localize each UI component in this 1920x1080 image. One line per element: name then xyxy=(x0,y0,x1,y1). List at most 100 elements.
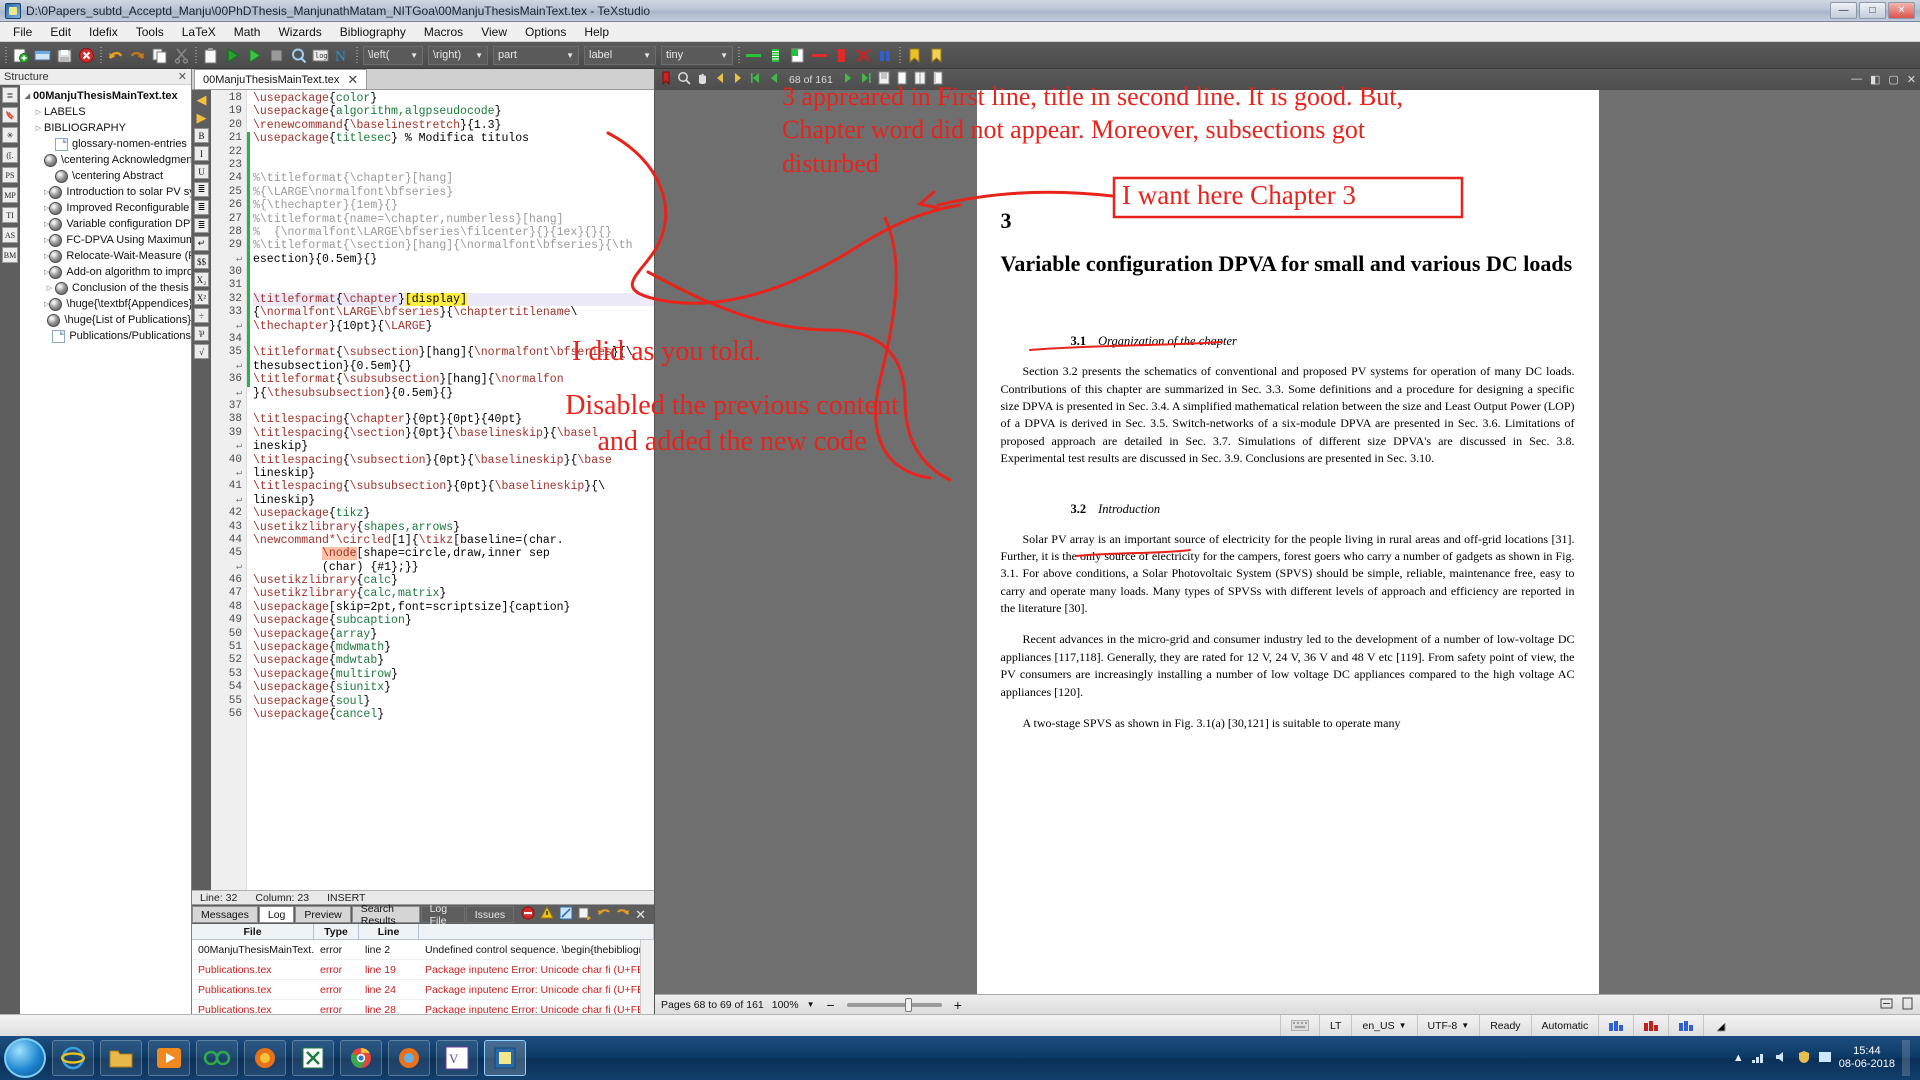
log-col-file[interactable]: File xyxy=(192,924,314,939)
code-line[interactable]: \titleformat{\subsection}[hang]{\normalf… xyxy=(253,346,654,359)
log-row[interactable]: 00ManjuThesisMainText.bbl error line 2 Unde… xyxy=(192,940,640,960)
collapse-arrow-icon[interactable]: ▷ xyxy=(33,108,44,116)
structure-item-9[interactable]: ▷FC-DPVA Using Maximum a... xyxy=(22,232,191,248)
pdf-next-page-icon[interactable] xyxy=(841,71,855,88)
code-line[interactable]: \titlespacing{\subsection}{0pt}{\baselin… xyxy=(253,454,654,467)
menu-file[interactable]: File xyxy=(4,23,41,41)
align-right-button[interactable]: ≣ xyxy=(194,218,209,233)
code-line[interactable] xyxy=(253,146,654,159)
code-line[interactable]: lineskip} xyxy=(253,467,654,480)
status-encoding[interactable]: UTF-8 ▼ xyxy=(1418,1015,1481,1036)
vtab-ti-icon[interactable]: TI xyxy=(2,207,18,223)
status-resize-grip[interactable] xyxy=(1704,1015,1736,1036)
structure-item-13[interactable]: ▷ \huge{\textbf{Appendices}} xyxy=(22,296,191,312)
pdf-view-single-icon[interactable] xyxy=(877,71,891,88)
pdf-page-view[interactable]: 3 Variable configuration DPVA for small … xyxy=(655,90,1920,994)
code-line[interactable] xyxy=(253,279,654,292)
tray-volume-icon[interactable] xyxy=(1774,1050,1790,1067)
taskbar-firefox-2-icon[interactable] xyxy=(388,1040,430,1076)
fontsize-select[interactable]: tiny ▼ xyxy=(661,45,733,65)
log-row[interactable]: Publications.tex error line 24 Package inpu… xyxy=(192,980,640,1000)
code-line[interactable]: ineskip} xyxy=(253,440,654,453)
pdf-maximize-icon[interactable]: ▢ xyxy=(1888,73,1898,86)
log-col-message[interactable] xyxy=(419,924,654,939)
status-automatic[interactable]: Automatic xyxy=(1532,1015,1600,1036)
vtab-mp-icon[interactable]: MP xyxy=(2,187,18,203)
minimize-button[interactable]: — xyxy=(1830,2,1857,19)
right-delimiter-select[interactable]: \right) ▼ xyxy=(428,45,488,65)
menu-macros[interactable]: Macros xyxy=(415,23,472,41)
copy-icon[interactable] xyxy=(149,45,170,66)
pdf-fit-width-icon[interactable] xyxy=(1880,997,1893,1013)
taskbar-firefox-icon[interactable] xyxy=(244,1040,286,1076)
previous-error-icon[interactable] xyxy=(597,906,611,923)
tray-expand-icon[interactable]: ▲ xyxy=(1733,1052,1744,1064)
code-line[interactable]: }{\thesubsubsection}{0.5em}{} xyxy=(253,387,654,400)
code-line[interactable]: \thechapter}{10pt}{\LARGE} xyxy=(253,320,654,333)
menu-math[interactable]: Math xyxy=(225,23,270,41)
tab-issues[interactable]: Issues xyxy=(465,906,515,923)
pdf-zoom-slider[interactable] xyxy=(846,997,942,1012)
maximize-button[interactable]: □ xyxy=(1859,2,1886,19)
menu-help[interactable]: Help xyxy=(575,23,618,41)
taskbar-internet-explorer-icon[interactable] xyxy=(52,1040,94,1076)
stop-icon[interactable] xyxy=(266,45,287,66)
next-error-icon[interactable] xyxy=(616,906,630,923)
tab-messages[interactable]: Messages xyxy=(192,906,258,923)
collapse-arrow-icon[interactable]: ▷ xyxy=(44,284,55,292)
code-line[interactable]: \usepackage{cancel} xyxy=(253,708,654,721)
blue-bars-icon[interactable] xyxy=(875,45,896,66)
pdf-next-view-icon[interactable] xyxy=(731,71,745,88)
tray-misc-icon[interactable] xyxy=(1818,1050,1832,1067)
structure-item-1[interactable]: ▷ LABELS xyxy=(22,104,191,120)
status-locale[interactable]: en_US ▼ xyxy=(1352,1015,1418,1036)
log-row-list[interactable]: 00ManjuThesisMainText.bbl error line 2 Unde… xyxy=(192,940,640,1014)
pdf-last-page-icon[interactable] xyxy=(859,71,873,88)
code-line[interactable]: \usepackage{mdwmath} xyxy=(253,641,654,654)
vtab-structure-icon[interactable]: ≣ xyxy=(2,87,18,103)
code-line[interactable]: \usepackage[skip=2pt,font=scriptsize]{ca… xyxy=(253,601,654,614)
menu-wizards[interactable]: Wizards xyxy=(269,23,330,41)
code-line[interactable]: % {\normalfont\LARGE\bfseries\filcenter}… xyxy=(253,226,654,239)
code-line[interactable]: \usetikzlibrary{calc} xyxy=(253,574,654,587)
back-arrow-icon[interactable]: ◀ xyxy=(194,92,209,107)
save-file-icon[interactable] xyxy=(54,45,75,66)
pdf-zoom-out-button[interactable]: − xyxy=(823,997,839,1013)
italic-button[interactable]: I xyxy=(194,146,209,161)
code-line[interactable]: \usetikzlibrary{shapes,arrows} xyxy=(253,521,654,534)
code-line[interactable]: %{\thechapter}{1em}{} xyxy=(253,199,654,212)
code-line[interactable]: %{\LARGE\normalfont\bfseries} xyxy=(253,186,654,199)
structure-item-0[interactable]: ◢ 00ManjuThesisMainText.tex xyxy=(22,88,191,104)
pdf-magnify-icon[interactable] xyxy=(677,71,691,88)
pdf-view-book-icon[interactable] xyxy=(931,71,945,88)
taskbar-texstudio-icon[interactable] xyxy=(484,1040,526,1076)
taskbar-media-player-icon[interactable] xyxy=(148,1040,190,1076)
structure-item-12[interactable]: ▷ Conclusion of the thesis xyxy=(22,280,191,296)
green-bars-icon[interactable] xyxy=(765,45,786,66)
pdf-close-icon[interactable]: ✕ xyxy=(1907,73,1916,86)
pdf-float-icon[interactable]: ◧ xyxy=(1870,73,1880,86)
pdf-zoom-slider-knob[interactable] xyxy=(904,997,912,1012)
bookmark-yellow-2-icon[interactable] xyxy=(926,45,947,66)
bookmark-yellow-icon[interactable] xyxy=(904,45,925,66)
view-pdf-icon[interactable] xyxy=(288,45,309,66)
forward-arrow-icon[interactable]: ▶ xyxy=(194,110,209,125)
code-line[interactable]: \usepackage{algorithm,algpseudocode} xyxy=(253,105,654,118)
taskbar-chrome-icon[interactable] xyxy=(340,1040,382,1076)
structure-tree[interactable]: ◢ 00ManjuThesisMainText.tex ▷ LABELS ▷ BIBLIO… xyxy=(20,85,191,1014)
tray-network-icon[interactable] xyxy=(1751,1050,1767,1067)
close-button[interactable]: ✕ xyxy=(1888,2,1915,19)
structure-item-7[interactable]: ▷Improved Reconfigurable P... xyxy=(22,200,191,216)
quick-build-icon[interactable] xyxy=(244,45,265,66)
pdf-fit-page-icon[interactable] xyxy=(1901,997,1914,1013)
chevron-down-icon[interactable]: ▼ xyxy=(807,1000,815,1009)
taskbar-clock[interactable]: 15:44 08-06-2018 xyxy=(1839,1045,1895,1070)
structure-item-3[interactable]: glossary-nomen-entries xyxy=(22,136,191,152)
structure-close-icon[interactable]: ✕ xyxy=(178,70,187,83)
code-line[interactable]: \titleformat{\chapter}[display] xyxy=(253,292,654,307)
bold-button[interactable]: B xyxy=(194,128,209,143)
green-rule-icon[interactable] xyxy=(743,45,764,66)
code-line[interactable]: \usepackage{siunitx} xyxy=(253,681,654,694)
pdf-hand-tool-icon[interactable] xyxy=(695,71,709,88)
menu-bibliography[interactable]: Bibliography xyxy=(331,23,415,41)
